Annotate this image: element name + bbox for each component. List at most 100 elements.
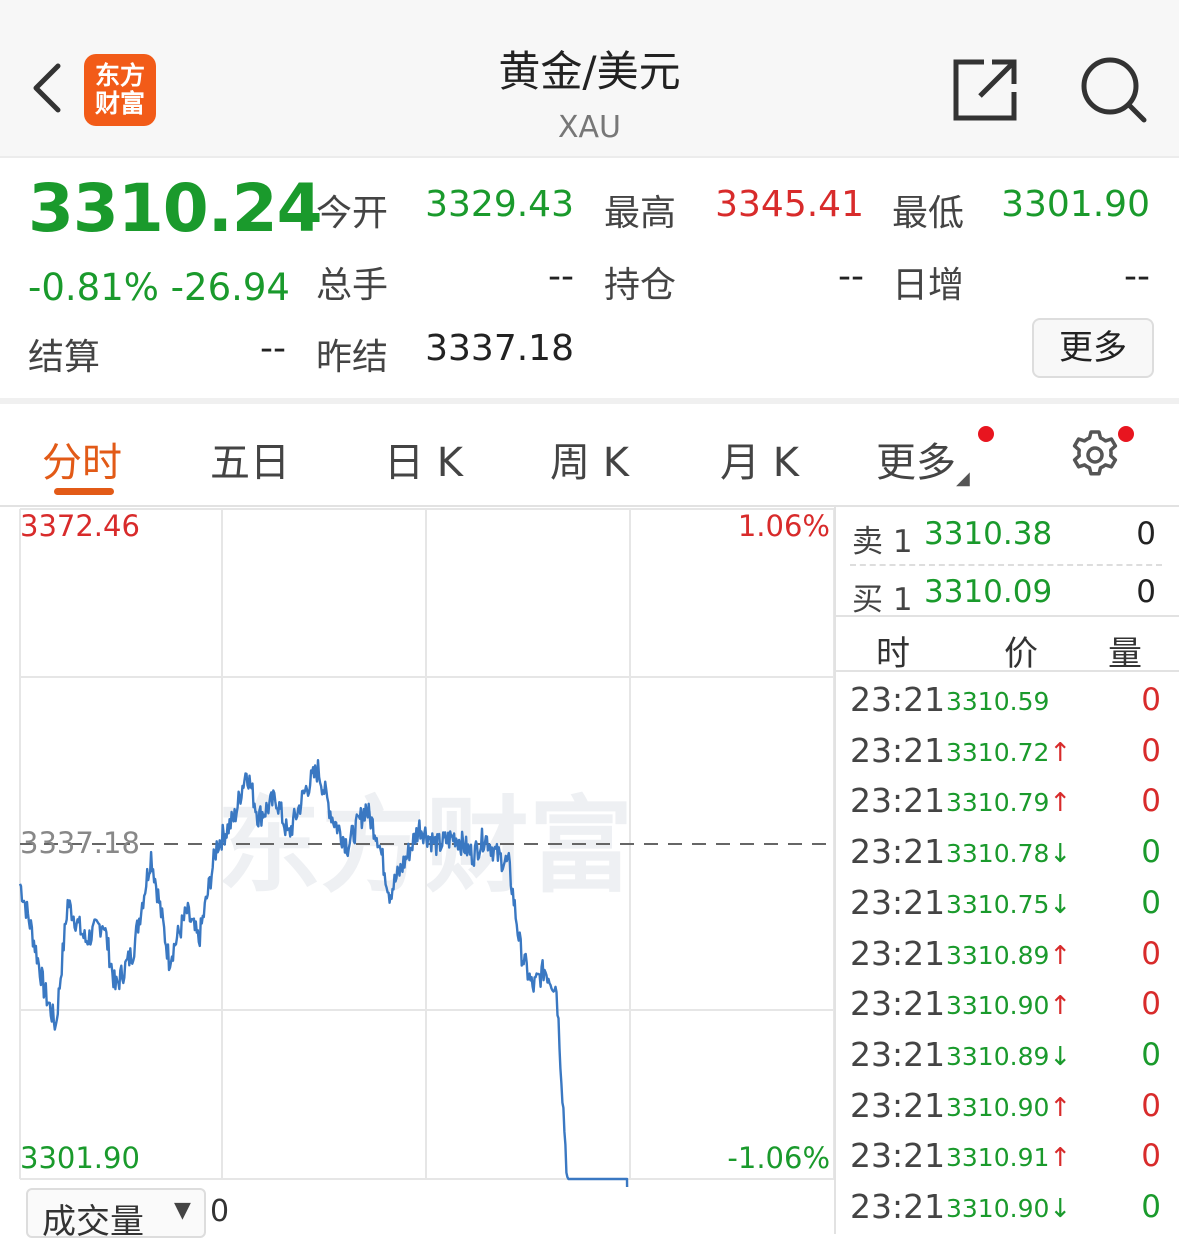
- tick-time: 23:21: [850, 781, 946, 821]
- low-label: 最低: [892, 193, 965, 234]
- tick-price: 3310.90↓: [946, 1194, 1071, 1224]
- tick-time: 23:21: [850, 1187, 946, 1226]
- more-quote-button[interactable]: 更多: [1032, 318, 1154, 378]
- tick-qty: 0: [1141, 986, 1161, 1023]
- open-value: 3329.43: [425, 184, 574, 225]
- tab-intraday[interactable]: 分时: [42, 430, 122, 488]
- low-value: 3301.90: [1001, 184, 1150, 225]
- tick-price-value: 3310.72: [946, 737, 1050, 767]
- tab-more-label: 更多: [876, 440, 956, 486]
- settings-notification-dot: [1118, 426, 1134, 442]
- last-price: 3310.24: [28, 170, 323, 247]
- ticks-header-divider: [836, 670, 1179, 672]
- tick-qty: 0: [1141, 935, 1161, 972]
- tick-time: 23:21: [850, 882, 946, 922]
- bid-qty: 0: [1136, 574, 1156, 610]
- daily-increase-value: --: [1124, 256, 1150, 297]
- pct-max-label: 1.06%: [738, 509, 830, 543]
- change-percent: -0.81%: [28, 266, 159, 309]
- tick-price: 3310.75↓: [946, 890, 1071, 920]
- tick-price-value: 3310.90: [946, 991, 1050, 1021]
- tick-price: 3310.59: [946, 687, 1049, 717]
- gear-icon: [1072, 430, 1118, 476]
- tick-price-value: 3310.75: [946, 889, 1050, 919]
- tick-row: 23:21 3310.78↓ 0: [836, 832, 1179, 880]
- tick-price: 3310.91↑: [946, 1143, 1071, 1173]
- tick-price: 3310.78↓: [946, 839, 1071, 869]
- tick-qty: 0: [1141, 1087, 1161, 1124]
- bid-price: 3310.09: [924, 574, 1053, 610]
- open-interest-label: 持仓: [604, 265, 677, 306]
- notification-dot: [978, 426, 994, 442]
- tick-arrow: ↑: [1049, 1143, 1072, 1174]
- change-amount: -26.94: [170, 266, 290, 309]
- tick-qty: 0: [1141, 884, 1161, 921]
- ask-price: 3310.38: [924, 516, 1053, 552]
- tick-row: 23:21 3310.89↓ 0: [836, 1035, 1179, 1083]
- tick-arrow: ↑: [1049, 940, 1072, 971]
- open-interest-value: --: [838, 256, 864, 297]
- open-label: 今开: [316, 193, 389, 234]
- y-min-label: 3301.90: [20, 1141, 140, 1175]
- tick-arrow: ↓: [1049, 839, 1072, 870]
- settings-button[interactable]: [1068, 428, 1122, 486]
- tick-price-value: 3310.89: [946, 940, 1050, 970]
- tick-arrow: ↑: [1049, 737, 1072, 768]
- ticks-header-qty: 量: [1108, 634, 1142, 674]
- volume-label: 总手: [316, 265, 389, 306]
- ask-label: 卖 1: [852, 524, 913, 560]
- high-label: 最高: [604, 193, 677, 234]
- dropdown-corner-icon: ◢: [956, 468, 970, 489]
- tick-price-value: 3310.90: [946, 1092, 1050, 1122]
- volume-value: --: [548, 256, 574, 297]
- tab-monthly-k[interactable]: 月 K: [720, 430, 799, 488]
- price-change: -0.81% -26.94: [28, 266, 290, 309]
- tab-more[interactable]: 更多◢: [876, 430, 970, 489]
- tick-time: 23:21: [850, 1034, 946, 1074]
- tick-price-value: 3310.59: [946, 687, 1050, 716]
- tick-row: 23:21 3310.75↓ 0: [836, 883, 1179, 931]
- tick-price: 3310.89↑: [946, 941, 1071, 971]
- ask-qty: 0: [1136, 516, 1156, 552]
- ticks-header-time: 时: [876, 634, 910, 674]
- tick-arrow: ↑: [1049, 991, 1072, 1022]
- tick-time: 23:21: [850, 680, 946, 719]
- orderbook-dashed-divider: [850, 564, 1162, 566]
- search-button[interactable]: [1078, 54, 1150, 126]
- caret-down-icon: ▼: [174, 1198, 191, 1223]
- settle-value: --: [260, 328, 286, 369]
- indicator-select[interactable]: 成交量 ▼: [26, 1188, 206, 1242]
- pct-min-label: -1.06%: [727, 1141, 830, 1175]
- tick-row: 23:21 3310.91↑ 0: [836, 1136, 1179, 1184]
- tick-time: 23:21: [850, 730, 946, 770]
- tick-row: 23:21 3310.89↑ 0: [836, 934, 1179, 982]
- intraday-chart[interactable]: 东方财富 3372.46 1.06% 3337.18 3301.90 -1.06…: [0, 507, 836, 1187]
- indicator-select-label: 成交量: [42, 1202, 144, 1242]
- section-divider: [0, 398, 1179, 404]
- daily-increase-label: 日增: [892, 265, 965, 306]
- y-max-label: 3372.46: [20, 509, 140, 543]
- tick-qty: 0: [1141, 1189, 1161, 1225]
- tick-arrow: ↓: [1049, 889, 1072, 920]
- tick-qty: 0: [1141, 1138, 1161, 1175]
- tab-daily-k[interactable]: 日 K: [384, 430, 463, 488]
- tick-qty: 0: [1141, 783, 1161, 820]
- settle-label: 结算: [28, 337, 101, 378]
- tick-time: 23:21: [850, 1136, 946, 1176]
- active-tab-indicator: [54, 488, 114, 495]
- tab-five-day[interactable]: 五日: [210, 430, 290, 488]
- tick-price: 3310.90↑: [946, 991, 1071, 1021]
- tick-price-value: 3310.91: [946, 1143, 1050, 1173]
- tick-qty: 0: [1141, 732, 1161, 769]
- share-button[interactable]: [950, 54, 1024, 126]
- tick-row: 23:21 3310.90↑ 0: [836, 984, 1179, 1032]
- top-navigation-bar: 东方 财富 黄金/美元 XAU: [0, 0, 1179, 158]
- tick-arrow: ↓: [1049, 1194, 1072, 1224]
- tick-price-value: 3310.89: [946, 1041, 1050, 1071]
- tick-arrow: ↑: [1049, 788, 1072, 819]
- tab-weekly-k[interactable]: 周 K: [550, 430, 629, 488]
- tick-row: 23:21 3310.79↑ 0: [836, 781, 1179, 829]
- bid-label: 买 1: [852, 582, 913, 618]
- tick-qty: 0: [1141, 682, 1161, 718]
- tick-price-value: 3310.90: [946, 1194, 1050, 1223]
